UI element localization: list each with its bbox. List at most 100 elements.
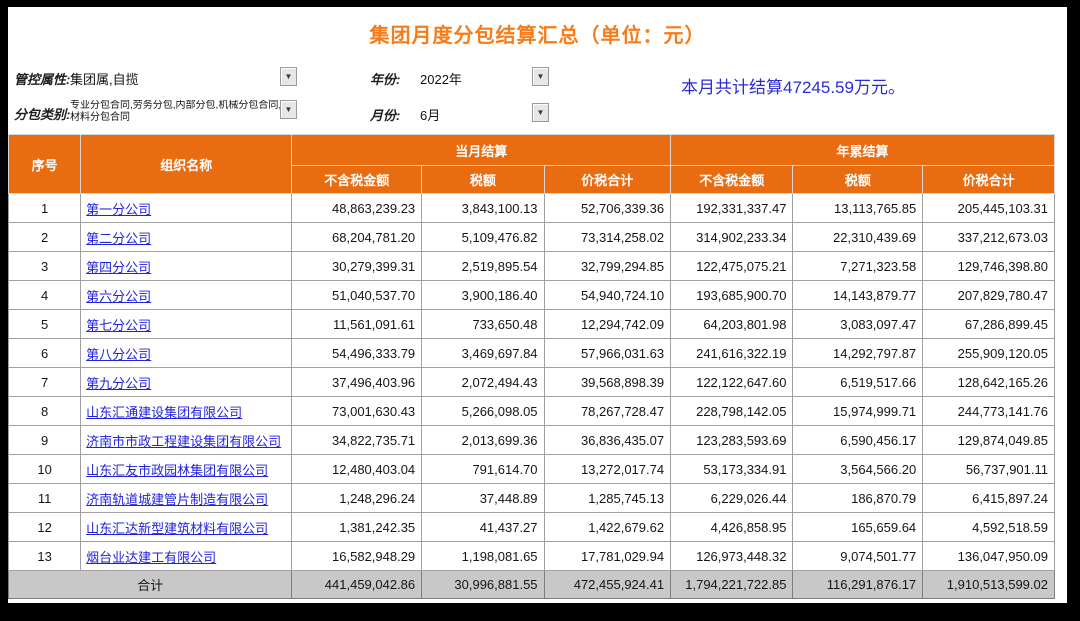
month-tax-cell: 3,843,100.13 bbox=[422, 194, 544, 223]
year-ex-tax-cell: 64,203,801.98 bbox=[671, 310, 793, 339]
control-attribute-dropdown-icon[interactable]: ▼ bbox=[280, 67, 297, 86]
month-tax-cell: 733,650.48 bbox=[422, 310, 544, 339]
subcontract-category-label: 分包类别: bbox=[14, 104, 70, 123]
org-link[interactable]: 济南轨道城建管片制造有限公司 bbox=[86, 492, 268, 507]
month-ex-tax-cell: 54,496,333.79 bbox=[292, 339, 422, 368]
year-ex-tax-cell: 228,798,142.05 bbox=[671, 397, 793, 426]
month-tax-cell: 37,448.89 bbox=[422, 484, 544, 513]
org-cell: 济南市市政工程建设集团有限公司 bbox=[81, 426, 292, 455]
org-cell: 第四分公司 bbox=[81, 252, 292, 281]
subcontract-category-value[interactable]: 专业分包合同,劳务分包,内部分包,机械分包合同,材料分包合同 bbox=[70, 100, 282, 124]
org-cell: 第一分公司 bbox=[81, 194, 292, 223]
month-value[interactable]: 6月 bbox=[420, 105, 440, 124]
year-total-cell: 136,047,950.09 bbox=[923, 542, 1055, 571]
year-total-cell: 255,909,120.05 bbox=[923, 339, 1055, 368]
row-seq: 13 bbox=[9, 542, 81, 571]
year-tax-cell: 6,590,456.17 bbox=[793, 426, 923, 455]
org-cell: 山东汇达新型建筑材料有限公司 bbox=[81, 513, 292, 542]
month-total-cell: 78,267,728.47 bbox=[544, 397, 671, 426]
report-header-area: 集团月度分包结算汇总（单位：元） 管控属性: 集团属,自揽 ▼ 分包类别: 专业… bbox=[8, 7, 1067, 134]
month-ex-tax-cell: 1,248,296.24 bbox=[292, 484, 422, 513]
org-cell: 烟台业达建工有限公司 bbox=[81, 542, 292, 571]
control-attribute-value[interactable]: 集团属,自揽 bbox=[70, 69, 139, 88]
month-total-cell: 17,781,029.94 bbox=[544, 542, 671, 571]
org-link[interactable]: 第一分公司 bbox=[86, 202, 151, 217]
total-row: 合计 441,459,042.86 30,996,881.55 472,455,… bbox=[9, 571, 1055, 599]
month-total-cell: 1,422,679.62 bbox=[544, 513, 671, 542]
org-cell: 第九分公司 bbox=[81, 368, 292, 397]
year-ex-tax-cell: 192,331,337.47 bbox=[671, 194, 793, 223]
org-link[interactable]: 济南市市政工程建设集团有限公司 bbox=[86, 434, 281, 449]
report-page: 集团月度分包结算汇总（单位：元） 管控属性: 集团属,自揽 ▼ 分包类别: 专业… bbox=[8, 7, 1067, 603]
header-seq: 序号 bbox=[9, 135, 81, 194]
year-tax-cell: 9,074,501.77 bbox=[793, 542, 923, 571]
year-tax-cell: 3,564,566.20 bbox=[793, 455, 923, 484]
settlement-table-wrap: 序号 组织名称 当月结算 年累结算 不含税金额 税额 价税合计 不含税金额 税额… bbox=[8, 134, 1067, 599]
month-ex-tax-cell: 37,496,403.96 bbox=[292, 368, 422, 397]
year-total-cell: 128,642,165.26 bbox=[923, 368, 1055, 397]
month-tax-cell: 2,013,699.36 bbox=[422, 426, 544, 455]
year-total-cell: 67,286,899.45 bbox=[923, 310, 1055, 339]
total-label: 合计 bbox=[9, 571, 292, 599]
row-seq: 7 bbox=[9, 368, 81, 397]
row-seq: 5 bbox=[9, 310, 81, 339]
month-ex-tax-cell: 48,863,239.23 bbox=[292, 194, 422, 223]
month-tax-cell: 5,266,098.05 bbox=[422, 397, 544, 426]
year-dropdown-icon[interactable]: ▼ bbox=[532, 67, 549, 86]
org-link[interactable]: 烟台业达建工有限公司 bbox=[86, 550, 216, 565]
year-ex-tax-cell: 122,475,075.21 bbox=[671, 252, 793, 281]
month-total-cell: 52,706,339.36 bbox=[544, 194, 671, 223]
table-row: 11济南轨道城建管片制造有限公司1,248,296.2437,448.891,2… bbox=[9, 484, 1055, 513]
org-link[interactable]: 第六分公司 bbox=[86, 289, 151, 304]
year-total-cell: 205,445,103.31 bbox=[923, 194, 1055, 223]
row-seq: 2 bbox=[9, 223, 81, 252]
org-cell: 山东汇友市政园林集团有限公司 bbox=[81, 455, 292, 484]
subcontract-category-dropdown-icon[interactable]: ▼ bbox=[280, 100, 297, 119]
table-row: 5第七分公司11,561,091.61733,650.4812,294,742.… bbox=[9, 310, 1055, 339]
year-ex-tax-cell: 314,902,233.34 bbox=[671, 223, 793, 252]
month-ex-tax-cell: 51,040,537.70 bbox=[292, 281, 422, 310]
row-seq: 10 bbox=[9, 455, 81, 484]
org-link[interactable]: 第四分公司 bbox=[86, 260, 151, 275]
month-tax-cell: 3,900,186.40 bbox=[422, 281, 544, 310]
org-link[interactable]: 山东汇通建设集团有限公司 bbox=[86, 405, 242, 420]
month-total-cell: 57,966,031.63 bbox=[544, 339, 671, 368]
org-cell: 济南轨道城建管片制造有限公司 bbox=[81, 484, 292, 513]
org-link[interactable]: 第八分公司 bbox=[86, 347, 151, 362]
month-total-cell: 32,799,294.85 bbox=[544, 252, 671, 281]
year-value[interactable]: 2022年 bbox=[420, 69, 462, 88]
table-row: 9济南市市政工程建设集团有限公司34,822,735.712,013,699.3… bbox=[9, 426, 1055, 455]
month-total-cell: 12,294,742.09 bbox=[544, 310, 671, 339]
total-year-tax: 116,291,876.17 bbox=[793, 571, 923, 599]
year-tax-cell: 165,659.64 bbox=[793, 513, 923, 542]
month-total-cell: 36,836,435.07 bbox=[544, 426, 671, 455]
row-seq: 6 bbox=[9, 339, 81, 368]
year-label: 年份: bbox=[370, 69, 400, 88]
month-total-cell: 54,940,724.10 bbox=[544, 281, 671, 310]
header-month-group: 当月结算 bbox=[292, 135, 671, 166]
month-dropdown-icon[interactable]: ▼ bbox=[532, 103, 549, 122]
year-tax-cell: 14,143,879.77 bbox=[793, 281, 923, 310]
header-month-ex-tax: 不含税金额 bbox=[292, 166, 422, 194]
row-seq: 12 bbox=[9, 513, 81, 542]
year-total-cell: 6,415,897.24 bbox=[923, 484, 1055, 513]
table-row: 7第九分公司37,496,403.962,072,494.4339,568,89… bbox=[9, 368, 1055, 397]
org-link[interactable]: 第二分公司 bbox=[86, 231, 151, 246]
year-total-cell: 56,737,901.11 bbox=[923, 455, 1055, 484]
year-tax-cell: 3,083,097.47 bbox=[793, 310, 923, 339]
org-link[interactable]: 第九分公司 bbox=[86, 376, 151, 391]
table-body: 1第一分公司48,863,239.233,843,100.1352,706,33… bbox=[9, 194, 1055, 571]
row-seq: 4 bbox=[9, 281, 81, 310]
month-ex-tax-cell: 34,822,735.71 bbox=[292, 426, 422, 455]
org-link[interactable]: 山东汇达新型建筑材料有限公司 bbox=[86, 521, 268, 536]
org-link[interactable]: 山东汇友市政园林集团有限公司 bbox=[86, 463, 268, 478]
table-row: 12山东汇达新型建筑材料有限公司1,381,242.3541,437.271,4… bbox=[9, 513, 1055, 542]
year-tax-cell: 22,310,439.69 bbox=[793, 223, 923, 252]
org-link[interactable]: 第七分公司 bbox=[86, 318, 151, 333]
total-year-ex-tax: 1,794,221,722.85 bbox=[671, 571, 793, 599]
row-seq: 11 bbox=[9, 484, 81, 513]
header-month-tax: 税额 bbox=[422, 166, 544, 194]
header-year-group: 年累结算 bbox=[671, 135, 1055, 166]
settlement-table: 序号 组织名称 当月结算 年累结算 不含税金额 税额 价税合计 不含税金额 税额… bbox=[8, 134, 1055, 599]
header-year-total: 价税合计 bbox=[923, 166, 1055, 194]
